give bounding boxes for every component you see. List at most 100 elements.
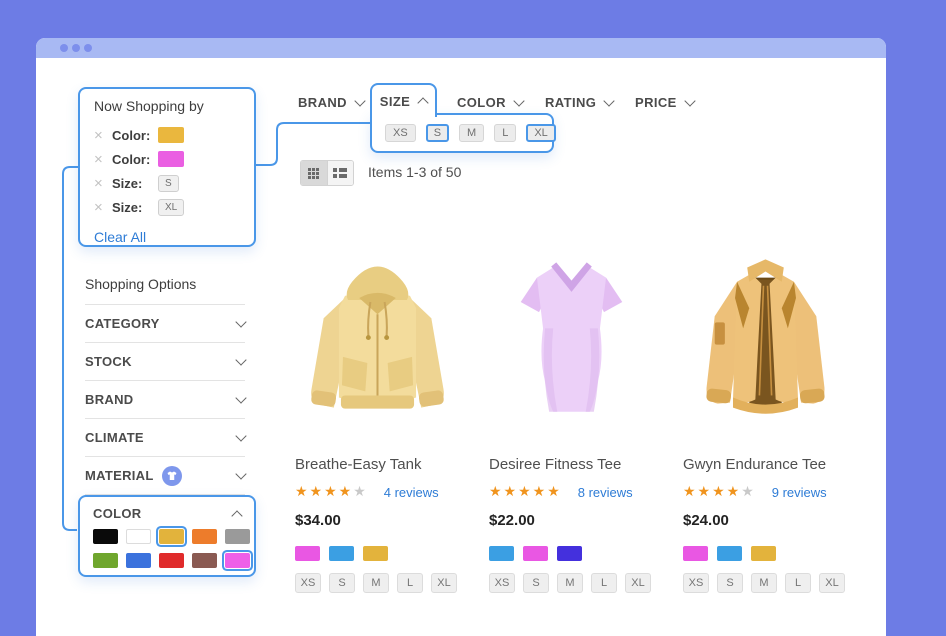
product-size-chip[interactable]: XL — [819, 573, 845, 593]
size-option-m[interactable]: M — [459, 124, 484, 142]
product-size-chip[interactable]: XS — [295, 573, 321, 593]
product-size-chip[interactable]: XL — [625, 573, 651, 593]
chevron-down-icon — [604, 95, 615, 106]
active-filter-row: × Size: XL — [94, 195, 240, 219]
product-size-options: XS S M L XL — [489, 573, 657, 593]
filter-brand-label: BRAND — [298, 95, 347, 110]
filter-price-label: PRICE — [635, 95, 677, 110]
filter-rating[interactable]: RATING — [545, 95, 613, 110]
remove-filter-icon[interactable]: × — [94, 200, 112, 215]
product-size-chip[interactable]: S — [523, 573, 549, 593]
accordion-brand[interactable]: BRAND — [85, 381, 245, 419]
product-size-chip[interactable]: XL — [431, 573, 457, 593]
size-option-s[interactable]: S — [426, 124, 449, 142]
size-option-xs[interactable]: XS — [385, 124, 416, 142]
product-color-swatch[interactable] — [717, 546, 742, 561]
tshirt-badge-icon — [162, 466, 182, 486]
size-option-xl[interactable]: XL — [526, 124, 555, 142]
filter-brand[interactable]: BRAND — [298, 95, 364, 110]
product-color-options — [489, 546, 657, 561]
size-dropdown-panel: XS S M L XL — [370, 113, 554, 153]
filter-price[interactable]: PRICE — [635, 95, 694, 110]
now-shopping-panel: Now Shopping by × Color: × Color: × Size… — [78, 87, 256, 247]
remove-filter-icon[interactable]: × — [94, 176, 112, 191]
product-size-chip[interactable]: M — [363, 573, 389, 593]
product-color-swatch[interactable] — [329, 546, 354, 561]
remove-filter-icon[interactable]: × — [94, 152, 112, 167]
product-name[interactable]: Gwyn Endurance Tee — [683, 456, 851, 473]
color-swatch-brown[interactable] — [192, 553, 217, 568]
clear-all-link[interactable]: Clear All — [94, 229, 240, 245]
color-swatch-red[interactable] — [159, 553, 184, 568]
product-image-lavender-tee[interactable] — [489, 237, 654, 430]
grid-view-button[interactable] — [301, 161, 327, 185]
product-image-tan-jacket[interactable] — [683, 237, 848, 430]
accordion-stock[interactable]: STOCK — [85, 343, 245, 381]
view-mode-toggle — [300, 160, 354, 186]
product-color-swatch[interactable] — [751, 546, 776, 561]
filter-type-label: Size: — [112, 200, 154, 215]
color-swatch-blue[interactable] — [126, 553, 151, 568]
accordion-material[interactable]: MATERIAL — [85, 457, 245, 495]
product-size-options: XS S M L XL — [295, 573, 463, 593]
filter-type-label: Color: — [112, 152, 154, 167]
star-rating: ★★★★★ — [683, 484, 756, 500]
product-rating-row: ★★★★★ 4 reviews — [295, 484, 463, 500]
list-view-button[interactable] — [327, 161, 354, 185]
size-option-l[interactable]: L — [494, 124, 516, 142]
accordion-label: COLOR — [93, 506, 141, 521]
color-swatch-orange[interactable] — [192, 529, 217, 544]
remove-filter-icon[interactable]: × — [94, 128, 112, 143]
product-size-chip[interactable]: XS — [683, 573, 709, 593]
color-swatch-yellow[interactable] — [159, 529, 184, 544]
shopping-options-title: Shopping Options — [85, 276, 245, 305]
product-price: $34.00 — [295, 512, 463, 529]
product-size-chip[interactable]: S — [717, 573, 743, 593]
product-size-chip[interactable]: L — [785, 573, 811, 593]
product-size-chip[interactable]: L — [397, 573, 423, 593]
reviews-link[interactable]: 8 reviews — [578, 485, 633, 500]
product-color-swatch[interactable] — [523, 546, 548, 561]
product-color-swatch[interactable] — [557, 546, 582, 561]
product-size-chip[interactable]: M — [751, 573, 777, 593]
product-rating-row: ★★★★★ 8 reviews — [489, 484, 657, 500]
product-name[interactable]: Desiree Fitness Tee — [489, 456, 657, 473]
filter-size-chip: S — [158, 175, 179, 192]
color-swatch-green[interactable] — [93, 553, 118, 568]
window-dot-icon[interactable] — [72, 44, 80, 52]
filter-color-label: COLOR — [457, 95, 506, 110]
product-color-swatch[interactable] — [489, 546, 514, 561]
product-size-chip[interactable]: M — [557, 573, 583, 593]
reviews-link[interactable]: 4 reviews — [384, 485, 439, 500]
accordion-color[interactable]: COLOR — [93, 506, 241, 521]
color-swatch-gray[interactable] — [225, 529, 250, 544]
product-color-swatch[interactable] — [363, 546, 388, 561]
reviews-link[interactable]: 9 reviews — [772, 485, 827, 500]
color-swatch-black[interactable] — [93, 529, 118, 544]
product-color-swatch[interactable] — [683, 546, 708, 561]
color-swatch-white[interactable] — [126, 529, 151, 544]
product-size-chip[interactable]: XS — [489, 573, 515, 593]
window-dot-icon[interactable] — [84, 44, 92, 52]
window-dot-icon[interactable] — [60, 44, 68, 52]
filter-size-tab[interactable]: SIZE — [370, 83, 437, 117]
color-swatch-magenta[interactable] — [225, 553, 250, 568]
chevron-down-icon — [235, 354, 246, 365]
active-filter-row: × Size: S — [94, 171, 240, 195]
chevron-down-icon — [235, 316, 246, 327]
product-image-yellow-hoodie[interactable] — [295, 237, 460, 430]
browser-titlebar[interactable] — [36, 38, 886, 58]
accordion-category[interactable]: CATEGORY — [85, 305, 245, 343]
product-size-chip[interactable]: S — [329, 573, 355, 593]
accordion-climate[interactable]: CLIMATE — [85, 419, 245, 457]
filter-color[interactable]: COLOR — [457, 95, 523, 110]
product-price: $22.00 — [489, 512, 657, 529]
product-name[interactable]: Breathe-Easy Tank — [295, 456, 463, 473]
product-size-chip[interactable]: L — [591, 573, 617, 593]
product-color-options — [295, 546, 463, 561]
page-content: Now Shopping by × Color: × Color: × Size… — [36, 58, 886, 636]
product-color-swatch[interactable] — [295, 546, 320, 561]
star-rating: ★★★★★ — [489, 484, 562, 500]
product-card: Breathe-Easy Tank ★★★★★ 4 reviews $34.00… — [295, 237, 463, 593]
filter-color-swatch — [158, 127, 184, 143]
